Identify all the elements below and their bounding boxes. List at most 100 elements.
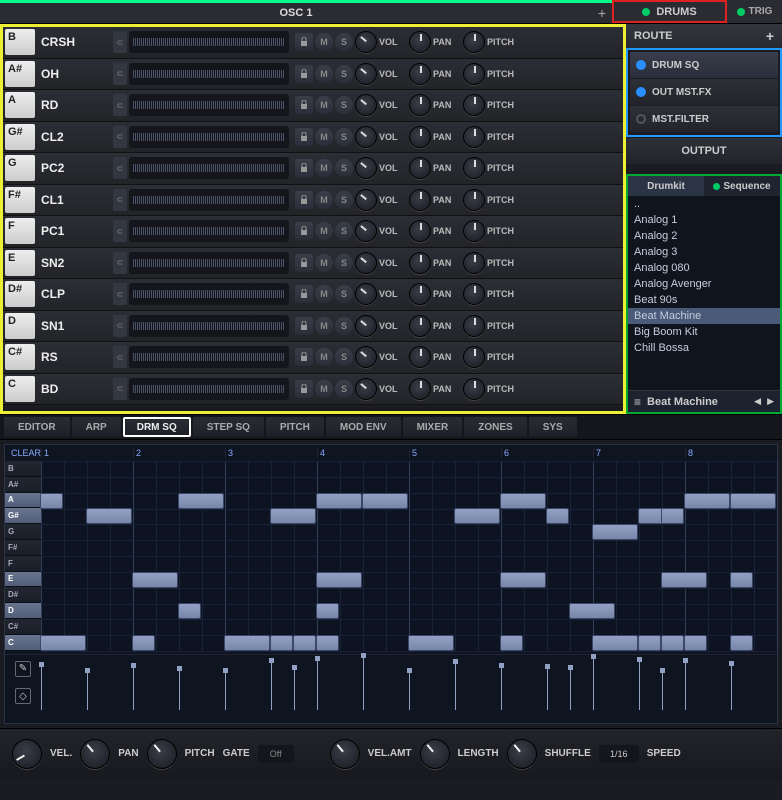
slot-loop-icon[interactable]: ⊂: [113, 189, 127, 211]
seq-row-key[interactable]: F#: [5, 540, 41, 556]
slot-loop-icon[interactable]: ⊂: [113, 126, 127, 148]
seq-note[interactable]: [455, 509, 499, 523]
slot-loop-icon[interactable]: ⊂: [113, 378, 127, 400]
solo-button[interactable]: S: [335, 254, 353, 272]
velocity-bar[interactable]: [133, 665, 134, 710]
seq-note[interactable]: [363, 494, 407, 508]
lock-icon[interactable]: [295, 191, 313, 209]
slot-key[interactable]: B: [5, 29, 35, 55]
vol-knob[interactable]: [355, 252, 377, 274]
seq-row-key[interactable]: B: [5, 461, 41, 477]
length-knob[interactable]: [420, 739, 450, 769]
browser-prev-button[interactable]: ◀: [754, 396, 761, 407]
velocity-bar[interactable]: [547, 666, 548, 710]
slot-waveform[interactable]: [129, 63, 289, 85]
pan-knob[interactable]: [409, 63, 431, 85]
pan-knob[interactable]: [409, 378, 431, 400]
route-output[interactable]: OUTPUT: [626, 138, 782, 164]
tab-zones[interactable]: ZONES: [464, 417, 526, 437]
mute-button[interactable]: M: [315, 317, 333, 335]
pitch-knob[interactable]: [463, 346, 485, 368]
vol-knob[interactable]: [355, 189, 377, 211]
seq-note[interactable]: [731, 494, 775, 508]
solo-button[interactable]: S: [335, 191, 353, 209]
seq-note[interactable]: [41, 636, 85, 650]
pan-knob[interactable]: [80, 739, 110, 769]
vol-knob[interactable]: [355, 220, 377, 242]
speed-value[interactable]: 1/16: [599, 745, 639, 763]
pan-knob[interactable]: [409, 31, 431, 53]
velocity-bar[interactable]: [179, 668, 180, 710]
lock-icon[interactable]: [295, 222, 313, 240]
mute-button[interactable]: M: [315, 191, 333, 209]
velamt-knob[interactable]: [330, 739, 360, 769]
browser-tab-drumkit[interactable]: Drumkit: [628, 176, 704, 196]
velocity-bar[interactable]: [685, 660, 686, 710]
mute-button[interactable]: M: [315, 285, 333, 303]
seq-note[interactable]: [87, 509, 131, 523]
seq-clear-button[interactable]: CLEAR: [5, 448, 41, 458]
browser-item[interactable]: ..: [628, 196, 780, 212]
velocity-bar[interactable]: [225, 670, 226, 710]
tab-drmsq[interactable]: DRM SQ: [123, 417, 191, 437]
slot-waveform[interactable]: [129, 315, 289, 337]
seq-note[interactable]: [593, 636, 637, 650]
pitch-knob[interactable]: [463, 63, 485, 85]
seq-note[interactable]: [662, 636, 683, 650]
mute-button[interactable]: M: [315, 380, 333, 398]
seq-row-key[interactable]: D#: [5, 587, 41, 603]
slot-loop-icon[interactable]: ⊂: [113, 346, 127, 368]
velocity-bar[interactable]: [87, 670, 88, 710]
seq-note[interactable]: [731, 573, 752, 587]
browser-item[interactable]: Analog 080: [628, 260, 780, 276]
vel-knob[interactable]: [12, 739, 42, 769]
velocity-bar[interactable]: [662, 670, 663, 710]
slot-loop-icon[interactable]: ⊂: [113, 157, 127, 179]
pan-knob[interactable]: [409, 315, 431, 337]
lock-icon[interactable]: [295, 254, 313, 272]
lock-icon[interactable]: [295, 128, 313, 146]
browser-item[interactable]: Analog 1: [628, 212, 780, 228]
seq-note[interactable]: [317, 494, 361, 508]
slot-waveform[interactable]: [129, 220, 289, 242]
seq-note[interactable]: [501, 573, 545, 587]
mute-button[interactable]: M: [315, 222, 333, 240]
slot-loop-icon[interactable]: ⊂: [113, 220, 127, 242]
slot-waveform[interactable]: [129, 346, 289, 368]
velocity-bar[interactable]: [317, 658, 318, 710]
seq-note[interactable]: [593, 525, 637, 539]
seq-note[interactable]: [133, 573, 177, 587]
mute-button[interactable]: M: [315, 33, 333, 51]
solo-button[interactable]: S: [335, 348, 353, 366]
tab-modenv[interactable]: MOD ENV: [326, 417, 401, 437]
slot-key[interactable]: D: [5, 313, 35, 339]
seq-note[interactable]: [317, 573, 361, 587]
seq-note[interactable]: [570, 604, 614, 618]
pitch-knob[interactable]: [463, 157, 485, 179]
vol-knob[interactable]: [355, 378, 377, 400]
velocity-bar[interactable]: [271, 660, 272, 710]
vel-mode-icon[interactable]: ◇: [15, 688, 31, 704]
seq-row-key[interactable]: G#: [5, 508, 41, 524]
slot-waveform[interactable]: [129, 189, 289, 211]
slot-loop-icon[interactable]: ⊂: [113, 63, 127, 85]
browser-list[interactable]: ..Analog 1Analog 2Analog 3Analog 080Anal…: [628, 196, 780, 390]
velocity-bar[interactable]: [41, 664, 42, 710]
pan-knob[interactable]: [409, 346, 431, 368]
seq-row-key[interactable]: E: [5, 572, 41, 588]
seq-row-key[interactable]: A: [5, 493, 41, 509]
vol-knob[interactable]: [355, 94, 377, 116]
slot-key[interactable]: G: [5, 155, 35, 181]
seq-note[interactable]: [685, 494, 729, 508]
pitch-knob[interactable]: [463, 283, 485, 305]
tab-stepsq[interactable]: STEP SQ: [193, 417, 264, 437]
seq-note[interactable]: [731, 636, 752, 650]
seq-row-key[interactable]: C#: [5, 619, 41, 635]
lock-icon[interactable]: [295, 65, 313, 83]
browser-item[interactable]: Analog 3: [628, 244, 780, 260]
route-item[interactable]: MST.FILTER: [630, 106, 778, 132]
velocity-bar[interactable]: [593, 656, 594, 710]
velocity-bar[interactable]: [455, 661, 456, 710]
solo-button[interactable]: S: [335, 317, 353, 335]
route-item[interactable]: DRUM SQ: [630, 52, 778, 78]
